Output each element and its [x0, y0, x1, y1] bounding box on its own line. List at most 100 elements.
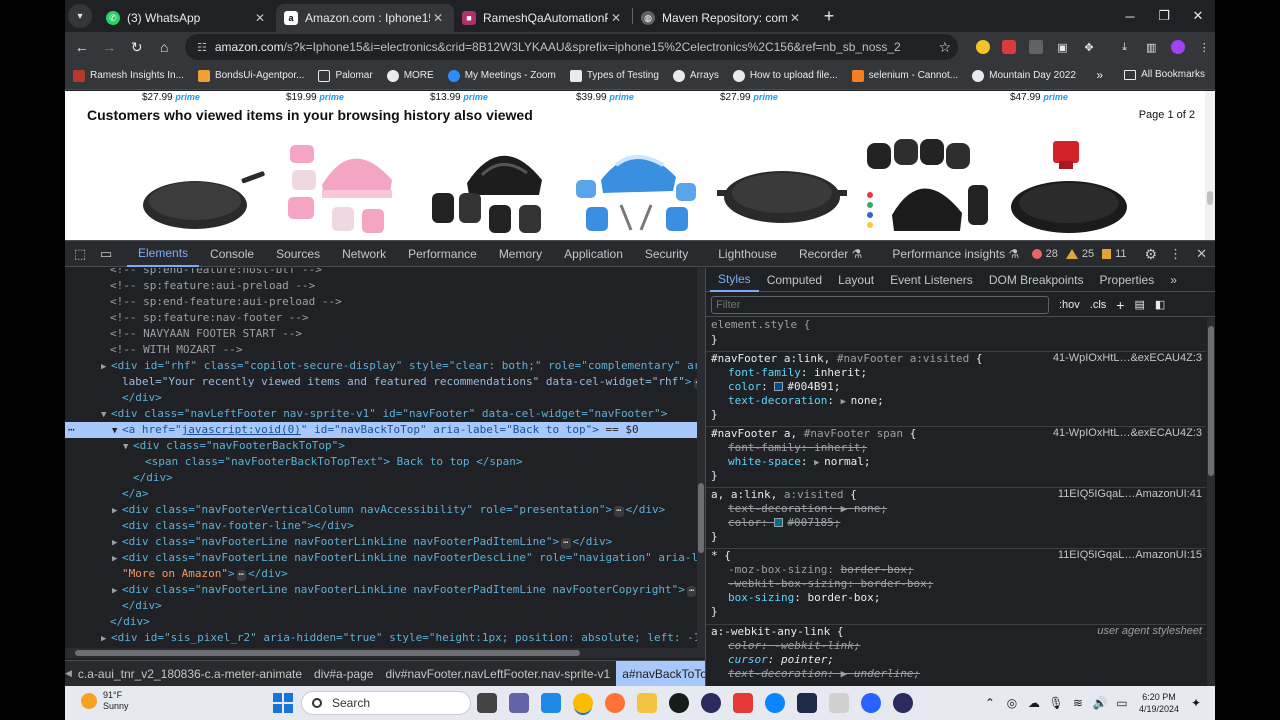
- more-bookmarks-chevron-icon[interactable]: »: [1096, 68, 1103, 82]
- inspect-element-icon[interactable]: ⬚: [67, 241, 93, 267]
- page-scrollbar[interactable]: [1205, 91, 1215, 240]
- sidepanel-icon[interactable]: ▥: [1140, 36, 1162, 58]
- devtools-tab-performance-insights[interactable]: Performance insights ⚗: [881, 241, 1030, 267]
- site-info-icon[interactable]: ☷: [197, 41, 207, 54]
- devtools-tab-network[interactable]: Network: [331, 241, 397, 267]
- expand-triangle-icon[interactable]: ▶: [101, 631, 111, 647]
- devtools-tab-security[interactable]: Security: [634, 241, 699, 267]
- tray-app-icon[interactable]: ◎: [1001, 696, 1023, 710]
- styles-tab[interactable]: Styles: [710, 268, 759, 292]
- tray-chevron-up-icon[interactable]: ⌃: [979, 696, 1001, 710]
- scroll-left-icon[interactable]: ◀: [65, 668, 72, 679]
- close-icon[interactable]: ✕: [608, 11, 624, 25]
- teams-icon[interactable]: [509, 693, 529, 713]
- app-gray-icon[interactable]: [829, 693, 849, 713]
- reload-button[interactable]: ↻: [124, 34, 150, 60]
- prop-color-overridden[interactable]: color: #007185;: [728, 516, 840, 530]
- product-pink-helmet-set[interactable]: [282, 135, 412, 239]
- bookmark-item[interactable]: My Meetings - Zoom: [447, 69, 556, 82]
- rule-source-link[interactable]: 41-WpIOxHtL…&exECAU4Z:3: [1053, 427, 1202, 439]
- scrollbar-thumb[interactable]: [698, 483, 704, 553]
- product-black-helmet-set[interactable]: [427, 135, 557, 239]
- task-view-icon[interactable]: [477, 693, 497, 713]
- prop-text-decoration-overridden[interactable]: text-decoration: ▶ none;: [728, 502, 887, 516]
- error-count[interactable]: 28: [1031, 248, 1058, 260]
- expand-triangle-icon[interactable]: ▶: [112, 583, 122, 599]
- cloud-icon[interactable]: ☁: [1023, 696, 1045, 710]
- elements-vscrollbar[interactable]: [697, 268, 705, 648]
- profile-avatar[interactable]: [1167, 36, 1189, 58]
- dom-comment[interactable]: <!-- sp:end-feature:aui-preload -->: [65, 294, 705, 310]
- collapsed-ellipsis[interactable]: ⋯: [686, 586, 697, 597]
- breadcrumb-item-active[interactable]: a#navBackToTop: [616, 661, 705, 686]
- microphone-icon[interactable]: 🎙: [1045, 696, 1067, 710]
- dom-comment[interactable]: <!-- WITH MOZART -->: [65, 342, 705, 358]
- url-text[interactable]: amazon.com/s?k=Iphone15&i=electronics&cr…: [215, 40, 932, 54]
- rule-source-link[interactable]: 11EIQ5IGqaL…AmazonUI:41: [1058, 488, 1202, 500]
- color-swatch[interactable]: [774, 382, 784, 391]
- paint-roller-icon[interactable]: ▤: [1134, 298, 1144, 311]
- dom-node-footer-line[interactable]: <div class="nav-footer-line"></div>: [65, 518, 705, 534]
- color-swatch[interactable]: [774, 518, 784, 527]
- dom-comment[interactable]: <!-- sp:end-feature:host-btf -->: [65, 268, 705, 278]
- dom-node-rhf[interactable]: ▶ <div id="rhf" class="copilot-secure-dis…: [65, 358, 705, 374]
- rule-source-link[interactable]: 11EIQ5IGqaL…AmazonUI:15: [1058, 549, 1202, 561]
- devtools-tab-application[interactable]: Application: [553, 241, 634, 267]
- eclipse-icon-2[interactable]: [893, 693, 913, 713]
- close-icon[interactable]: ✕: [252, 11, 268, 25]
- address-bar[interactable]: ☷ amazon.com/s?k=Iphone15&i=electronics&…: [185, 34, 958, 60]
- devtools-tab-console[interactable]: Console: [199, 241, 265, 267]
- extensions-puzzle-icon[interactable]: ✥: [1078, 36, 1100, 58]
- close-devtools-icon[interactable]: ✕: [1196, 246, 1207, 262]
- product-cast-iron-pan[interactable]: [137, 135, 267, 239]
- prop-webkit-box-sizing[interactable]: -webkit-box-sizing: border-box;: [728, 577, 933, 591]
- style-rule-webkit-any-link[interactable]: a:-webkit-any-link { user agent styleshe…: [706, 625, 1206, 686]
- prop-box-sizing[interactable]: box-sizing: border-box;: [728, 591, 880, 605]
- file-explorer-icon[interactable]: [637, 693, 657, 713]
- layout-tab[interactable]: Layout: [830, 268, 882, 292]
- event-listeners-tab[interactable]: Event Listeners: [882, 268, 981, 292]
- issue-count[interactable]: 11: [1102, 248, 1127, 260]
- dell-icon[interactable]: [669, 693, 689, 713]
- prop-cursor-ua[interactable]: cursor: pointer;: [728, 653, 834, 667]
- collapse-triangle-icon[interactable]: ▼: [123, 439, 133, 455]
- dom-node-footer-copyright[interactable]: ▶ <div class="navFooterLine navFooterLink…: [65, 582, 705, 598]
- style-rule-navfooter-a[interactable]: #navFooter a, #navFooter span { 41-WpIOx…: [706, 427, 1206, 488]
- tab-amazon[interactable]: a Amazon.com : Iphone15 ✕: [276, 4, 454, 32]
- add-rule-icon[interactable]: +: [1116, 297, 1124, 313]
- expand-triangle-icon[interactable]: ▶: [101, 359, 111, 375]
- windows-start-icon[interactable]: [273, 693, 293, 713]
- prop-color-ua[interactable]: color: -webkit-link;: [728, 639, 860, 653]
- warning-count[interactable]: 25: [1065, 248, 1094, 260]
- close-icon[interactable]: ✕: [430, 11, 446, 25]
- expand-triangle-icon[interactable]: ▶: [112, 551, 122, 567]
- collapsed-ellipsis[interactable]: ⋯: [561, 538, 571, 549]
- dom-node-backtotop-div[interactable]: ▼ <div class="navFooterBackToTop">: [65, 438, 705, 454]
- dom-node-navfooter[interactable]: ▼ <div class="navLeftFooter nav-sprite-v1…: [65, 406, 705, 422]
- bookmark-item[interactable]: MORE: [386, 69, 434, 82]
- dom-node-selected-anchor[interactable]: ⋯ ▼ <a href="javascript:void(0)" id="navBa…: [65, 422, 705, 438]
- devtools-tab-elements[interactable]: Elements: [127, 241, 200, 267]
- zoom-icon[interactable]: [861, 693, 881, 713]
- styles-scrollbar[interactable]: [1207, 318, 1215, 686]
- bookmark-item[interactable]: Types of Testing: [569, 69, 659, 82]
- product-pizza-pan[interactable]: [717, 135, 847, 239]
- toggle-sidebar-icon[interactable]: ◧: [1155, 298, 1165, 311]
- devtools-menu-kebab-icon[interactable]: ⋮: [1169, 246, 1182, 262]
- tab-ramesh-platform[interactable]: ■ RameshQaAutomationPlatform ✕: [454, 4, 632, 32]
- breadcrumb-item[interactable]: c.a-aui_tnr_v2_180836-c.a-meter-animate: [72, 661, 308, 686]
- extension-gray-icon[interactable]: [1025, 36, 1047, 58]
- bookmark-item[interactable]: BondsUi-Agentpor...: [197, 69, 304, 82]
- dom-comment[interactable]: <!-- sp:feature:aui-preload -->: [65, 278, 705, 294]
- devtools-tab-lighthouse[interactable]: Lighthouse: [707, 241, 788, 267]
- edge-icon[interactable]: [765, 693, 785, 713]
- dom-node-vertical-column[interactable]: ▶ <div class="navFooterVerticalColumn nav…: [65, 502, 705, 518]
- close-window-icon[interactable]: ✕: [1181, 0, 1215, 32]
- style-rule-element[interactable]: element.style { }: [706, 318, 1206, 352]
- scrollbar-thumb[interactable]: [1207, 191, 1213, 205]
- expand-triangle-icon[interactable]: ▶: [112, 535, 122, 551]
- row-ellipsis-icon[interactable]: ⋯: [68, 422, 75, 438]
- tab-whatsapp[interactable]: ✆ (3) WhatsApp ✕: [98, 4, 276, 32]
- product-blue-helmet-set[interactable]: [571, 135, 701, 239]
- dom-close-tag[interactable]: </div>: [65, 598, 705, 614]
